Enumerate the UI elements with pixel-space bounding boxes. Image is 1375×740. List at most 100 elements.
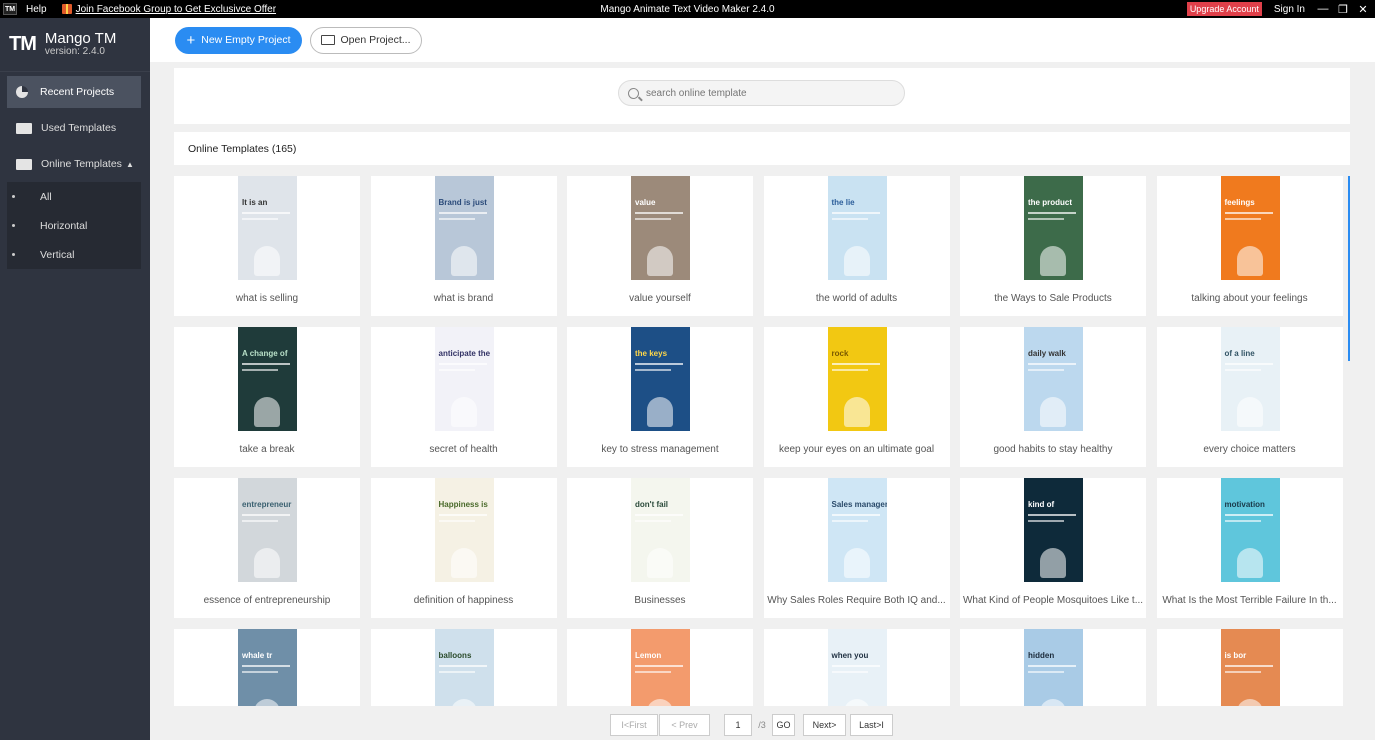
thumbnail-caption: Brand is just <box>438 198 487 207</box>
illustration <box>843 548 870 578</box>
template-thumbnail: Brand is just <box>434 176 494 280</box>
template-card[interactable]: don't fail Businesses <box>567 478 753 618</box>
template-card[interactable]: value value yourself <box>567 176 753 316</box>
open-project-button[interactable]: Open Project... <box>310 26 422 54</box>
text-line <box>831 369 868 371</box>
online-templates-submenu: All Horizontal Vertical <box>7 182 141 269</box>
template-thumbnail: rock <box>827 327 887 431</box>
text-line <box>242 369 278 371</box>
illustration <box>1236 699 1263 706</box>
text-line <box>1028 363 1076 365</box>
thumbnail-caption: when you <box>831 651 869 660</box>
bullet-icon <box>12 195 15 198</box>
thumbnail-caption: motivation <box>1224 500 1265 509</box>
template-card[interactable]: rock keep your eyes on an ultimate goal <box>763 327 950 467</box>
template-thumbnail: don't fail <box>631 478 690 582</box>
search-box[interactable] <box>618 80 905 106</box>
thumbnail-caption: Happiness is <box>438 500 488 509</box>
template-card[interactable]: hidden <box>960 629 1146 706</box>
page-total: /3 <box>758 720 766 730</box>
text-line <box>1028 671 1064 673</box>
template-card[interactable]: It is an what is selling <box>174 176 360 316</box>
template-thumbnail: It is an <box>238 176 297 280</box>
text-line <box>242 514 290 516</box>
text-line <box>831 212 880 214</box>
thumbnail-caption: rock <box>831 349 849 358</box>
illustration <box>843 246 870 276</box>
illustration <box>254 548 280 578</box>
template-thumbnail: daily walk <box>1024 327 1083 431</box>
template-name: Businesses <box>634 595 686 606</box>
text-line <box>831 218 868 220</box>
close-icon[interactable]: ✕ <box>1355 3 1371 16</box>
text-line <box>635 520 671 522</box>
template-card[interactable]: daily walk good habits to stay healthy <box>960 327 1146 467</box>
template-name: what is selling <box>235 293 299 304</box>
template-card[interactable]: the product the Ways to Sale Products <box>960 176 1146 316</box>
next-page-button[interactable]: Next> <box>803 714 846 736</box>
sidebar-item-recent-projects[interactable]: Recent Projects <box>7 76 141 108</box>
template-card[interactable]: anticipate the secret of health <box>370 327 557 467</box>
minimize-icon[interactable]: — <box>1315 3 1331 15</box>
template-card[interactable]: balloons <box>370 629 557 706</box>
template-thumbnail: the lie <box>827 176 887 280</box>
submenu-item-vertical[interactable]: Vertical <box>7 240 141 269</box>
template-card[interactable]: whale tr <box>174 629 360 706</box>
template-name: every choice matters <box>1203 444 1296 455</box>
clock-icon <box>16 86 28 98</box>
sidebar-item-label: Online Templates <box>41 158 122 170</box>
search-input[interactable] <box>646 87 886 99</box>
template-card[interactable]: entrepreneur essence of entrepreneurship <box>174 478 360 618</box>
template-card[interactable]: of a line every choice matters <box>1156 327 1343 467</box>
template-thumbnail: of a line <box>1220 327 1280 431</box>
help-menu[interactable]: Help <box>26 4 47 15</box>
template-card[interactable]: is bor <box>1156 629 1343 706</box>
illustration <box>647 397 673 427</box>
template-icon <box>16 122 32 134</box>
text-line <box>831 514 880 516</box>
facebook-group-link[interactable]: Join Facebook Group to Get Exclusivce Of… <box>76 4 276 15</box>
go-button[interactable]: GO <box>772 714 795 736</box>
text-line <box>438 671 475 673</box>
template-card[interactable]: A change of take a break <box>174 327 360 467</box>
template-name: value yourself <box>629 293 691 304</box>
restore-icon[interactable]: ❐ <box>1335 3 1351 16</box>
text-line <box>1028 665 1076 667</box>
template-card[interactable]: when you <box>763 629 950 706</box>
new-empty-project-button[interactable]: + New Empty Project <box>175 26 302 54</box>
main-area: + New Empty Project Open Project... Onli… <box>150 18 1375 740</box>
template-card[interactable]: Happiness is definition of happiness <box>370 478 557 618</box>
thumbnail-caption: whale tr <box>242 651 273 660</box>
template-name: key to stress management <box>601 444 719 455</box>
first-page-button[interactable]: I<First <box>610 714 658 736</box>
last-page-button[interactable]: Last>I <box>850 714 893 736</box>
text-line <box>635 514 683 516</box>
submenu-item-all[interactable]: All <box>7 182 141 211</box>
template-thumbnail: is bor <box>1220 629 1280 706</box>
template-card[interactable]: Lemon <box>567 629 753 706</box>
template-card[interactable]: motivation What Is the Most Terrible Fail… <box>1156 478 1343 618</box>
sign-in-button[interactable]: Sign In <box>1274 4 1305 15</box>
text-line <box>438 212 487 214</box>
text-line <box>635 671 671 673</box>
illustration <box>450 397 477 427</box>
prev-page-button[interactable]: < Prev <box>659 714 710 736</box>
upgrade-account-button[interactable]: Upgrade Account <box>1186 2 1262 16</box>
template-name: secret of health <box>429 444 498 455</box>
text-line <box>1028 520 1064 522</box>
template-card[interactable]: the keys key to stress management <box>567 327 753 467</box>
template-card[interactable]: Sales manager Why Sales Roles Require Bot… <box>763 478 950 618</box>
text-line <box>1028 218 1064 220</box>
template-thumbnail: kind of <box>1024 478 1083 582</box>
sidebar-item-used-templates[interactable]: Used Templates <box>7 112 141 144</box>
template-card[interactable]: kind of What Kind of People Mosquitoes Li… <box>960 478 1146 618</box>
text-line <box>635 665 683 667</box>
scrollbar[interactable] <box>1348 176 1350 361</box>
sidebar-item-online-templates[interactable]: Online Templates ▲ <box>7 148 141 180</box>
page-number-input[interactable]: 1 <box>724 714 752 736</box>
template-card[interactable]: feelings talking about your feelings <box>1156 176 1343 316</box>
text-line <box>1224 671 1261 673</box>
submenu-item-horizontal[interactable]: Horizontal <box>7 211 141 240</box>
template-card[interactable]: Brand is just what is brand <box>370 176 557 316</box>
template-card[interactable]: the lie the world of adults <box>763 176 950 316</box>
